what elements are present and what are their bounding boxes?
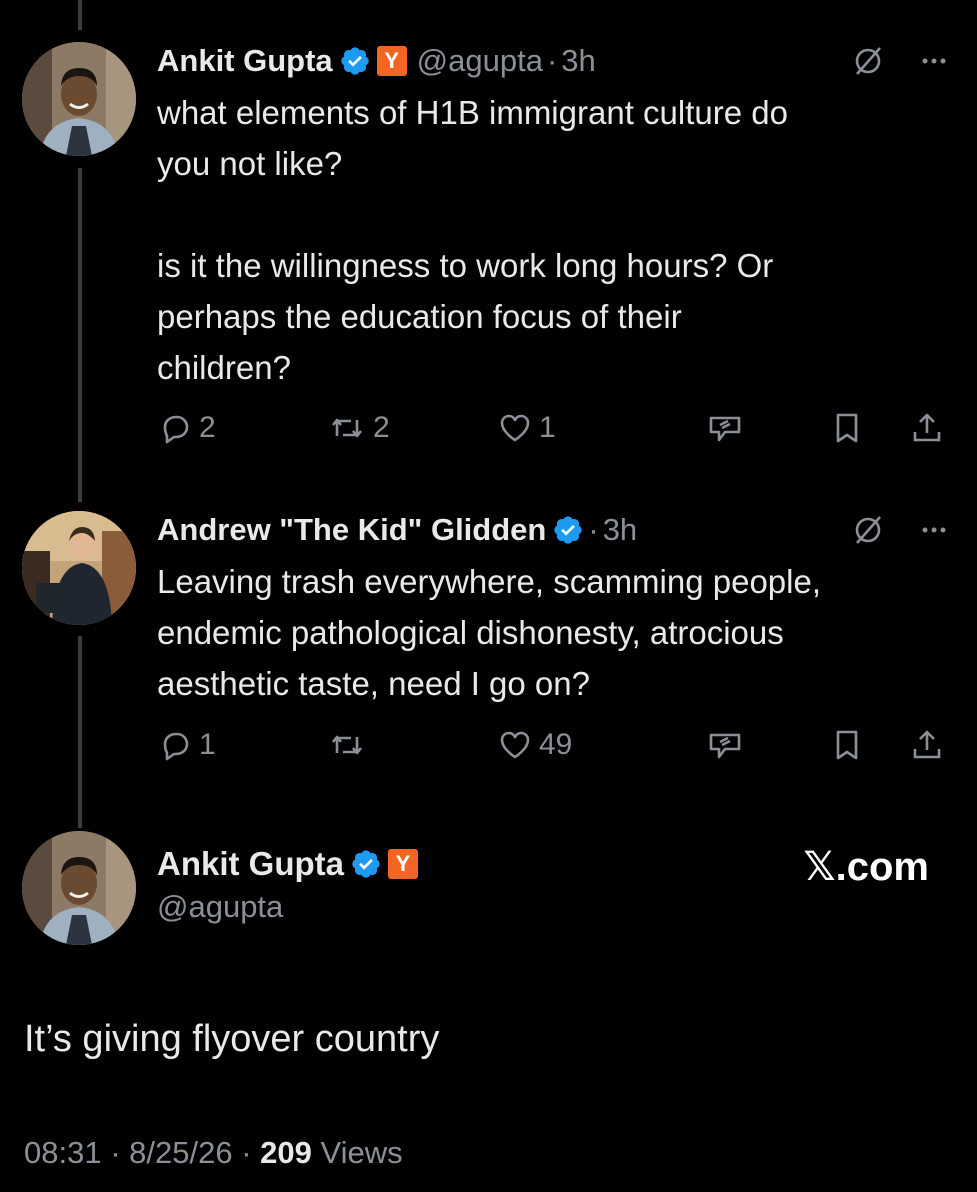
timestamp[interactable]: 3h [603, 511, 637, 549]
thread-line-2 [78, 636, 82, 828]
tweet-text: Leaving trash everywhere, scamming peopl… [157, 556, 947, 709]
like-icon [497, 410, 533, 446]
author-handle[interactable]: @agupta [157, 885, 418, 929]
verified-icon [339, 45, 371, 77]
repost-button[interactable]: 2 [327, 408, 390, 448]
share-icon [909, 727, 945, 763]
views-label: Views [320, 1135, 403, 1170]
bookmark-icon [829, 727, 865, 763]
tweet-line: aesthetic taste, need I go on? [157, 665, 590, 702]
no-entry-icon[interactable] [851, 44, 885, 78]
verified-icon [350, 848, 382, 880]
tweet-line: you not like? [157, 145, 343, 182]
yc-badge: Y [376, 46, 407, 76]
tweet-actions: 2 2 1 [157, 408, 957, 448]
author-name[interactable]: Andrew "The Kid" Glidden [157, 511, 546, 549]
thread-line-1 [78, 168, 82, 502]
views-count[interactable]: 209 [260, 1135, 312, 1170]
like-count: 49 [539, 728, 573, 761]
yc-badge: Y [388, 849, 418, 879]
timestamp[interactable]: 3h [561, 42, 595, 80]
repost-icon [327, 410, 367, 446]
reply-icon [157, 410, 193, 446]
tweet-meta-actions [851, 44, 949, 78]
reply-icon [157, 727, 193, 763]
main-tweet-text: It’s giving flyover country [24, 1018, 440, 1060]
x-brand-logo: 𝕏.com [803, 845, 929, 889]
tweet-line: endemic pathological dishonesty, atrocio… [157, 614, 784, 651]
avatar[interactable] [22, 511, 136, 625]
share-icon [909, 410, 945, 446]
tweet-actions: 1 49 [157, 725, 957, 765]
tweet-header: Andrew "The Kid" Glidden · 3h [157, 511, 637, 549]
bookmark-button[interactable] [829, 725, 865, 765]
avatar[interactable] [22, 42, 136, 156]
bookmark-button[interactable] [829, 408, 865, 448]
thread-line-top [78, 0, 82, 30]
tweet-footer: 08:31 · 8/25/26 · 209 Views [24, 1133, 403, 1173]
no-entry-icon[interactable] [851, 513, 885, 547]
more-icon[interactable] [919, 46, 949, 76]
separator: · [110, 1135, 121, 1170]
author-name[interactable]: Ankit Gupta [157, 42, 333, 80]
tweet-meta-actions [851, 513, 949, 547]
tweet-line: Leaving trash everywhere, scamming peopl… [157, 563, 822, 600]
tweet-line: perhaps the education focus of their [157, 298, 682, 335]
like-count: 1 [539, 411, 556, 444]
tweet-time[interactable]: 08:31 [24, 1135, 102, 1170]
like-icon [497, 727, 533, 763]
tweet-header: Ankit Gupta Y @agupta · 3h [157, 42, 596, 80]
avatar[interactable] [22, 831, 136, 945]
separator: · [546, 43, 558, 78]
author-handle[interactable]: @agupta [417, 42, 543, 80]
tweet-line: is it the willingness to work long hours… [157, 247, 774, 284]
repost-button[interactable] [327, 725, 373, 765]
share-button[interactable] [909, 408, 945, 448]
grok-icon [705, 410, 745, 446]
reply-button[interactable]: 2 [157, 408, 216, 448]
repost-icon [327, 727, 367, 763]
repost-count: 2 [373, 411, 390, 444]
bookmark-icon [829, 410, 865, 446]
main-name-row: Ankit Gupta Y [157, 843, 418, 885]
separator: · [241, 1135, 252, 1170]
more-icon[interactable] [919, 515, 949, 545]
grok-icon [705, 727, 745, 763]
reply-count: 1 [199, 728, 216, 761]
main-tweet-header: Ankit Gupta Y @agupta [157, 843, 418, 929]
tweet-line: what elements of H1B immigrant culture d… [157, 94, 788, 131]
share-button[interactable] [909, 725, 945, 765]
author-name[interactable]: Ankit Gupta [157, 843, 344, 885]
grok-button[interactable] [705, 408, 745, 448]
like-button[interactable]: 49 [497, 725, 572, 765]
tweet-line: children? [157, 349, 291, 386]
separator: · [588, 512, 599, 547]
verified-icon [552, 514, 584, 546]
reply-button[interactable]: 1 [157, 725, 216, 765]
reply-count: 2 [199, 411, 216, 444]
tweet-date[interactable]: 8/25/26 [129, 1135, 232, 1170]
grok-button[interactable] [705, 725, 745, 765]
tweet-text: what elements of H1B immigrant culture d… [157, 87, 947, 393]
like-button[interactable]: 1 [497, 408, 556, 448]
